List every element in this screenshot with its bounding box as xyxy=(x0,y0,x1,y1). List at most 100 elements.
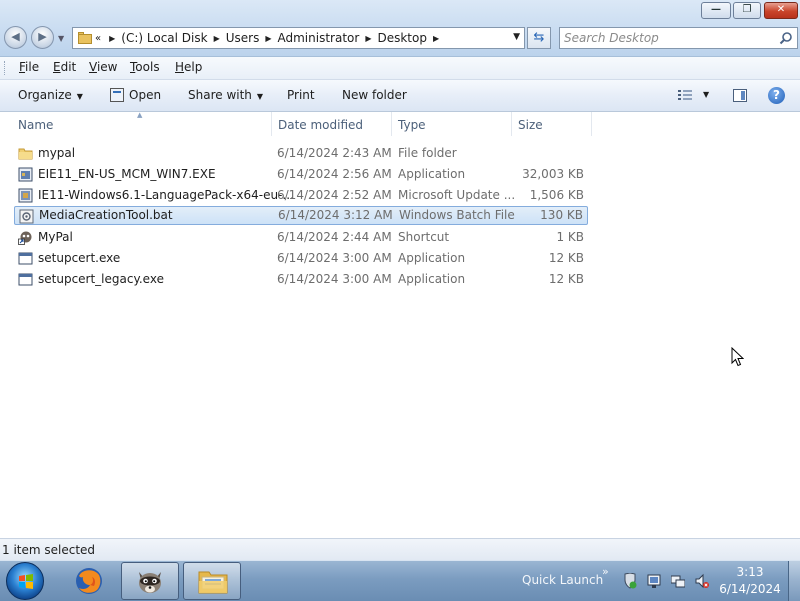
file-row-setupcert-legacy[interactable]: setupcert_legacy.exe 6/14/2024 3:00 AM A… xyxy=(14,270,588,289)
action-center-icon[interactable] xyxy=(623,573,637,589)
share-with-button[interactable]: Share with ▼ xyxy=(188,88,263,102)
search-icon[interactable] xyxy=(779,31,793,45)
system-clock[interactable]: 3:13 6/14/2024 xyxy=(718,564,782,598)
quick-launch-label[interactable]: Quick Launch xyxy=(522,573,603,587)
chevron-right-icon[interactable]: ▶ xyxy=(214,34,220,43)
back-button[interactable]: ◀ xyxy=(4,26,27,49)
chevron-right-icon[interactable]: ▶ xyxy=(365,34,371,43)
clock-time: 3:13 xyxy=(736,565,764,579)
file-type: Windows Batch File xyxy=(399,208,515,222)
address-bar[interactable]: « ▶ (C:) Local Disk ▶ Users ▶ Administra… xyxy=(72,27,525,49)
open-icon xyxy=(110,88,124,102)
taskbar-windows-explorer[interactable] xyxy=(183,562,241,600)
mouse-pointer-icon xyxy=(731,347,744,367)
breadcrumb-desktop[interactable]: Desktop xyxy=(377,31,427,45)
file-date: 6/14/2024 2:44 AM xyxy=(277,230,392,244)
menu-help[interactable]: Help xyxy=(175,60,202,74)
file-row-eie11[interactable]: EIE11_EN-US_MCM_WIN7.EXE 6/14/2024 2:56 … xyxy=(14,165,588,184)
column-headers: Name Date modified Type Size xyxy=(0,112,800,138)
open-button[interactable]: Open xyxy=(129,88,161,102)
recent-pages-dropdown[interactable]: ▼ xyxy=(58,34,64,43)
column-header-size[interactable]: Size xyxy=(518,118,543,132)
organize-button[interactable]: Organize ▼ xyxy=(18,88,83,102)
close-button[interactable]: ✕ xyxy=(764,2,798,19)
file-size: 1,506 KB xyxy=(529,188,584,202)
folder-icon xyxy=(18,148,33,160)
dropdown-arrow-icon: ▼ xyxy=(76,92,83,101)
file-row-setupcert[interactable]: setupcert.exe 6/14/2024 3:00 AM Applicat… xyxy=(14,249,588,268)
file-date: 6/14/2024 2:56 AM xyxy=(277,167,392,181)
taskbar-mypal[interactable] xyxy=(121,562,179,600)
file-row-mypal-shortcut[interactable]: MyPal 6/14/2024 2:44 AM Shortcut 1 KB xyxy=(14,228,588,247)
file-row-ie11-language-pack[interactable]: IE11-Windows6.1-LanguagePack-x64-eu-... … xyxy=(14,186,588,205)
menu-edit[interactable]: Edit xyxy=(53,60,76,74)
menu-file[interactable]: File xyxy=(19,60,39,74)
chevron-right-icon[interactable]: ▶ xyxy=(433,34,439,43)
file-type: Application xyxy=(398,167,466,181)
search-box[interactable] xyxy=(559,27,798,49)
breadcrumb-users[interactable]: Users xyxy=(226,31,260,45)
clock-date: 6/14/2024 xyxy=(719,582,781,596)
refresh-icon: ⇆ xyxy=(533,30,545,45)
address-dropdown-icon[interactable]: ▼ xyxy=(513,32,520,42)
file-size: 32,003 KB xyxy=(522,167,584,181)
column-header-type[interactable]: Type xyxy=(398,118,426,132)
firefox-icon xyxy=(76,568,102,594)
status-bar: 1 item selected xyxy=(0,538,800,560)
folder-icon xyxy=(78,32,92,44)
file-size: 1 KB xyxy=(556,230,584,244)
menu-bar: File Edit View Tools Help xyxy=(0,57,800,80)
show-desktop-button[interactable] xyxy=(788,561,800,601)
file-type: File folder xyxy=(398,146,457,160)
taskbar-firefox[interactable] xyxy=(61,562,119,600)
change-view-icon[interactable] xyxy=(678,90,692,101)
volume-muted-icon[interactable] xyxy=(695,573,709,589)
column-divider[interactable] xyxy=(511,112,512,136)
taskbar: Quick Launch » 3:13 6/14/2024 xyxy=(0,560,800,601)
forward-button[interactable]: ▶ xyxy=(31,26,54,49)
status-text: 1 item selected xyxy=(2,543,96,557)
file-row-mediacreationtool[interactable]: MediaCreationTool.bat 6/14/2024 3:12 AM … xyxy=(14,206,588,225)
search-input[interactable] xyxy=(564,30,769,46)
start-button[interactable] xyxy=(6,562,44,600)
network-icon[interactable] xyxy=(671,573,685,589)
views-dropdown-icon[interactable]: ▼ xyxy=(703,90,709,99)
quick-launch-chevron[interactable]: » xyxy=(602,565,609,578)
minimize-button[interactable]: — xyxy=(701,2,731,19)
file-row-mypal-folder[interactable]: mypal 6/14/2024 2:43 AM File folder xyxy=(14,144,588,163)
column-divider[interactable] xyxy=(591,112,592,136)
refresh-button[interactable]: ⇆ xyxy=(527,27,551,49)
address-overflow-chevron[interactable]: « xyxy=(95,33,101,44)
shortcut-icon xyxy=(18,231,32,245)
menu-view[interactable]: View xyxy=(89,60,117,74)
chevron-right-icon[interactable]: ▶ xyxy=(265,34,271,43)
column-header-name[interactable]: Name xyxy=(18,118,53,132)
breadcrumb-administrator[interactable]: Administrator xyxy=(278,31,360,45)
file-name: EIE11_EN-US_MCM_WIN7.EXE xyxy=(38,167,216,181)
maximize-button[interactable]: ❐ xyxy=(733,2,761,19)
chevron-right-icon[interactable]: ▶ xyxy=(109,34,115,43)
mypal-raccoon-icon xyxy=(139,572,161,593)
help-icon[interactable]: ? xyxy=(768,87,785,104)
file-type: Application xyxy=(398,251,466,265)
file-size: 130 KB xyxy=(540,208,583,222)
windows-logo-icon xyxy=(19,574,33,589)
file-size: 12 KB xyxy=(548,272,584,286)
new-folder-button[interactable]: New folder xyxy=(342,88,407,102)
close-icon: ✕ xyxy=(776,4,786,15)
forward-arrow-icon: ▶ xyxy=(38,30,47,43)
file-name: setupcert_legacy.exe xyxy=(38,272,164,286)
file-name: MediaCreationTool.bat xyxy=(39,208,173,222)
minimize-icon: — xyxy=(711,4,721,15)
application-icon xyxy=(18,273,33,286)
breadcrumb-local-disk[interactable]: (C:) Local Disk xyxy=(121,31,207,45)
file-name: IE11-Windows6.1-LanguagePack-x64-eu-... xyxy=(38,188,294,202)
file-date: 6/14/2024 3:00 AM xyxy=(277,272,392,286)
column-divider[interactable] xyxy=(271,112,272,136)
column-divider[interactable] xyxy=(391,112,392,136)
preview-pane-icon[interactable] xyxy=(733,89,747,102)
menu-tools[interactable]: Tools xyxy=(130,60,160,74)
display-icon[interactable] xyxy=(647,573,661,589)
column-header-date-modified[interactable]: Date modified xyxy=(278,118,363,132)
print-button[interactable]: Print xyxy=(287,88,315,102)
